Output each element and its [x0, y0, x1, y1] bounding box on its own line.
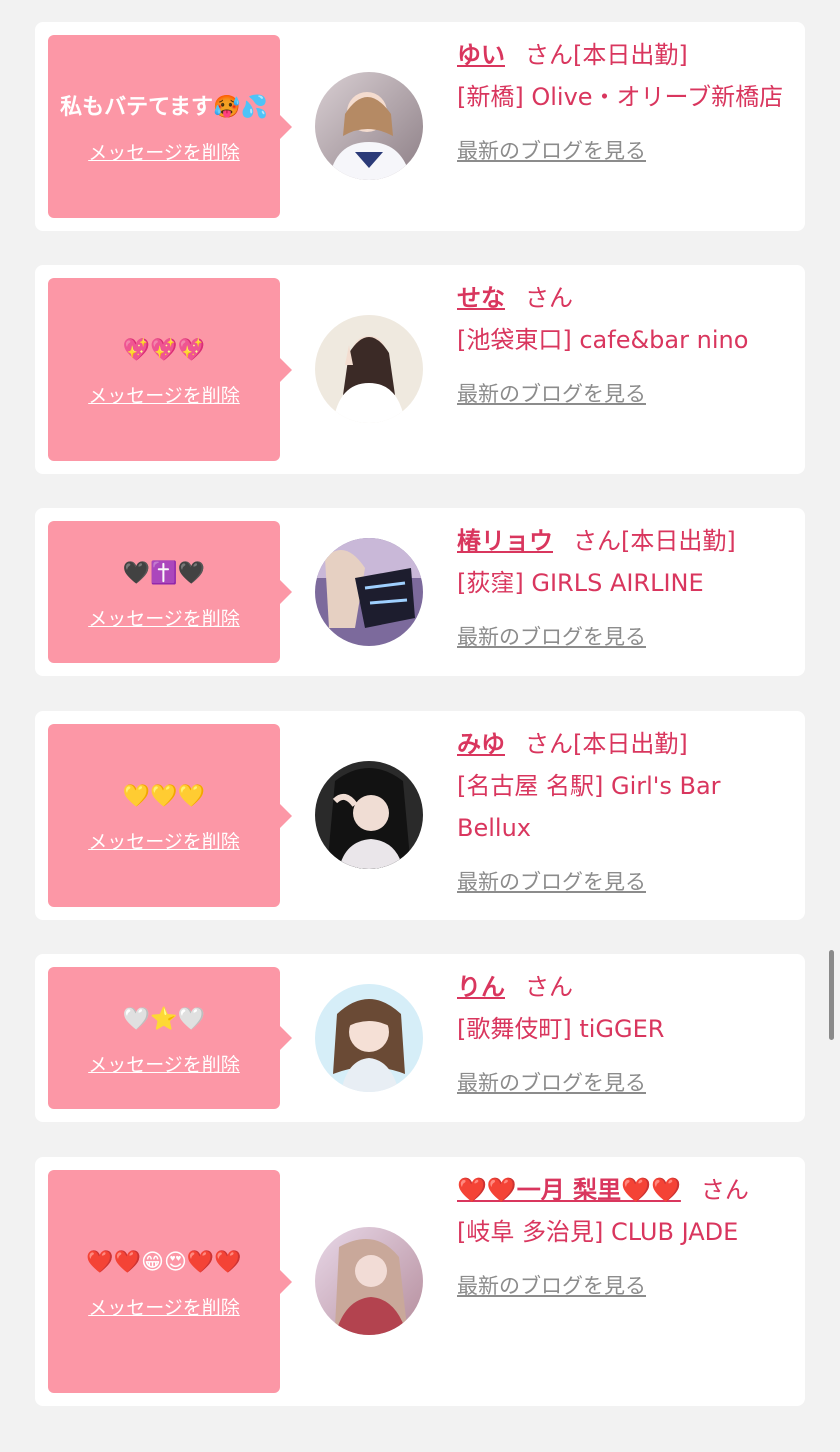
- message-text: 🤍⭐🤍: [122, 1006, 206, 1032]
- view-latest-blog-link[interactable]: 最新のブログを見る: [457, 130, 646, 172]
- cast-name-link[interactable]: りん: [457, 973, 505, 1001]
- cast-status: さん[本日出勤]: [525, 41, 688, 69]
- message-bubble: ❤️❤️😁😍❤️❤️ メッセージを削除: [48, 1170, 292, 1393]
- avatar[interactable]: [315, 1227, 423, 1335]
- delete-message-link[interactable]: メッセージを削除: [88, 138, 240, 165]
- delete-message-link[interactable]: メッセージを削除: [88, 1293, 240, 1320]
- message-text: 私もバテてます🥵💦: [60, 95, 268, 120]
- cast-info: 椿リョウ さん[本日出勤] [荻窪] GIRLS AIRLINE 最新のブログを見…: [457, 520, 787, 658]
- shop-name: [池袋東口] cafe&bar nino: [457, 326, 749, 354]
- cast-name-link[interactable]: 椿リョウ: [457, 527, 553, 555]
- message-text: 💖💖💖: [122, 338, 206, 363]
- view-latest-blog-link[interactable]: 最新のブログを見る: [457, 616, 646, 658]
- message-bubble: 🤍⭐🤍 メッセージを削除: [48, 967, 292, 1109]
- favorite-card: ❤️❤️😁😍❤️❤️ メッセージを削除 ❤️❤️一月 梨里❤️❤️ さん [岐阜 …: [35, 1157, 805, 1406]
- shop-name: [名古屋 名駅] Girl's Bar Bellux: [457, 772, 721, 842]
- shop-name: [歌舞伎町] tiGGER: [457, 1015, 665, 1043]
- message-text: 💛💛💛: [122, 784, 206, 809]
- favorite-card: 🖤✝️🖤 メッセージを削除 椿リョウ さん[本日出勤] [荻窪] GIRLS AI…: [35, 508, 805, 676]
- view-latest-blog-link[interactable]: 最新のブログを見る: [457, 1265, 646, 1307]
- message-bubble: 🖤✝️🖤 メッセージを削除: [48, 521, 292, 663]
- delete-message-link[interactable]: メッセージを削除: [88, 827, 240, 854]
- cast-name-link[interactable]: みゆ: [457, 730, 505, 758]
- message-bubble: 💛💛💛 メッセージを削除: [48, 724, 292, 907]
- cast-name-link[interactable]: ❤️❤️一月 梨里❤️❤️: [457, 1176, 681, 1204]
- avatar[interactable]: [315, 538, 423, 646]
- cast-info: せな さん [池袋東口] cafe&bar nino 最新のブログを見る: [457, 277, 787, 415]
- message-bubble: 💖💖💖 メッセージを削除: [48, 278, 292, 461]
- favorites-list: 私もバテてます🥵💦 メッセージを削除 ゆい さん[本日出勤] [新橋] Olive…: [0, 0, 840, 1452]
- vertical-scrollbar[interactable]: [829, 950, 834, 1040]
- shop-name: [岐阜 多治見] CLUB JADE: [457, 1218, 739, 1246]
- cast-status: さん: [525, 973, 573, 1001]
- cast-status: さん[本日出勤]: [525, 730, 688, 758]
- cast-name-link[interactable]: ゆい: [457, 41, 505, 69]
- delete-message-link[interactable]: メッセージを削除: [88, 381, 240, 408]
- view-latest-blog-link[interactable]: 最新のブログを見る: [457, 373, 646, 415]
- avatar[interactable]: [315, 984, 423, 1092]
- favorite-card: 💖💖💖 メッセージを削除 せな さん [池袋東口] cafe&bar nino 最…: [35, 265, 805, 474]
- favorite-card: 💛💛💛 メッセージを削除 みゆ さん[本日出勤] [名古屋 名駅] Girl's …: [35, 711, 805, 920]
- avatar[interactable]: [315, 761, 423, 869]
- cast-info: ❤️❤️一月 梨里❤️❤️ さん [岐阜 多治見] CLUB JADE 最新のブロ…: [457, 1169, 787, 1307]
- favorite-card: 私もバテてます🥵💦 メッセージを削除 ゆい さん[本日出勤] [新橋] Olive…: [35, 22, 805, 231]
- shop-name: [荻窪] GIRLS AIRLINE: [457, 569, 704, 597]
- cast-status: さん[本日出勤]: [573, 527, 736, 555]
- favorite-card: 🤍⭐🤍 メッセージを削除 りん さん [歌舞伎町] tiGGER 最新のブログを見…: [35, 954, 805, 1122]
- message-text: 🖤✝️🖤: [122, 560, 206, 586]
- delete-message-link[interactable]: メッセージを削除: [88, 1050, 240, 1077]
- message-bubble: 私もバテてます🥵💦 メッセージを削除: [48, 35, 292, 218]
- cast-status: さん: [700, 1176, 749, 1204]
- cast-info: りん さん [歌舞伎町] tiGGER 最新のブログを見る: [457, 966, 787, 1104]
- cast-name-link[interactable]: せな: [457, 284, 505, 312]
- cast-info: みゆ さん[本日出勤] [名古屋 名駅] Girl's Bar Bellux 最新…: [457, 723, 787, 903]
- shop-name: [新橋] Olive・オリーブ新橋店: [457, 83, 784, 111]
- avatar[interactable]: [315, 315, 423, 423]
- message-text: ❤️❤️😁😍❤️❤️: [86, 1250, 242, 1275]
- delete-message-link[interactable]: メッセージを削除: [88, 604, 240, 631]
- cast-info: ゆい さん[本日出勤] [新橋] Olive・オリーブ新橋店 最新のブログを見る: [457, 34, 787, 172]
- view-latest-blog-link[interactable]: 最新のブログを見る: [457, 1062, 646, 1104]
- avatar[interactable]: [315, 72, 423, 180]
- view-latest-blog-link[interactable]: 最新のブログを見る: [457, 861, 646, 903]
- cast-status: さん: [525, 284, 573, 312]
